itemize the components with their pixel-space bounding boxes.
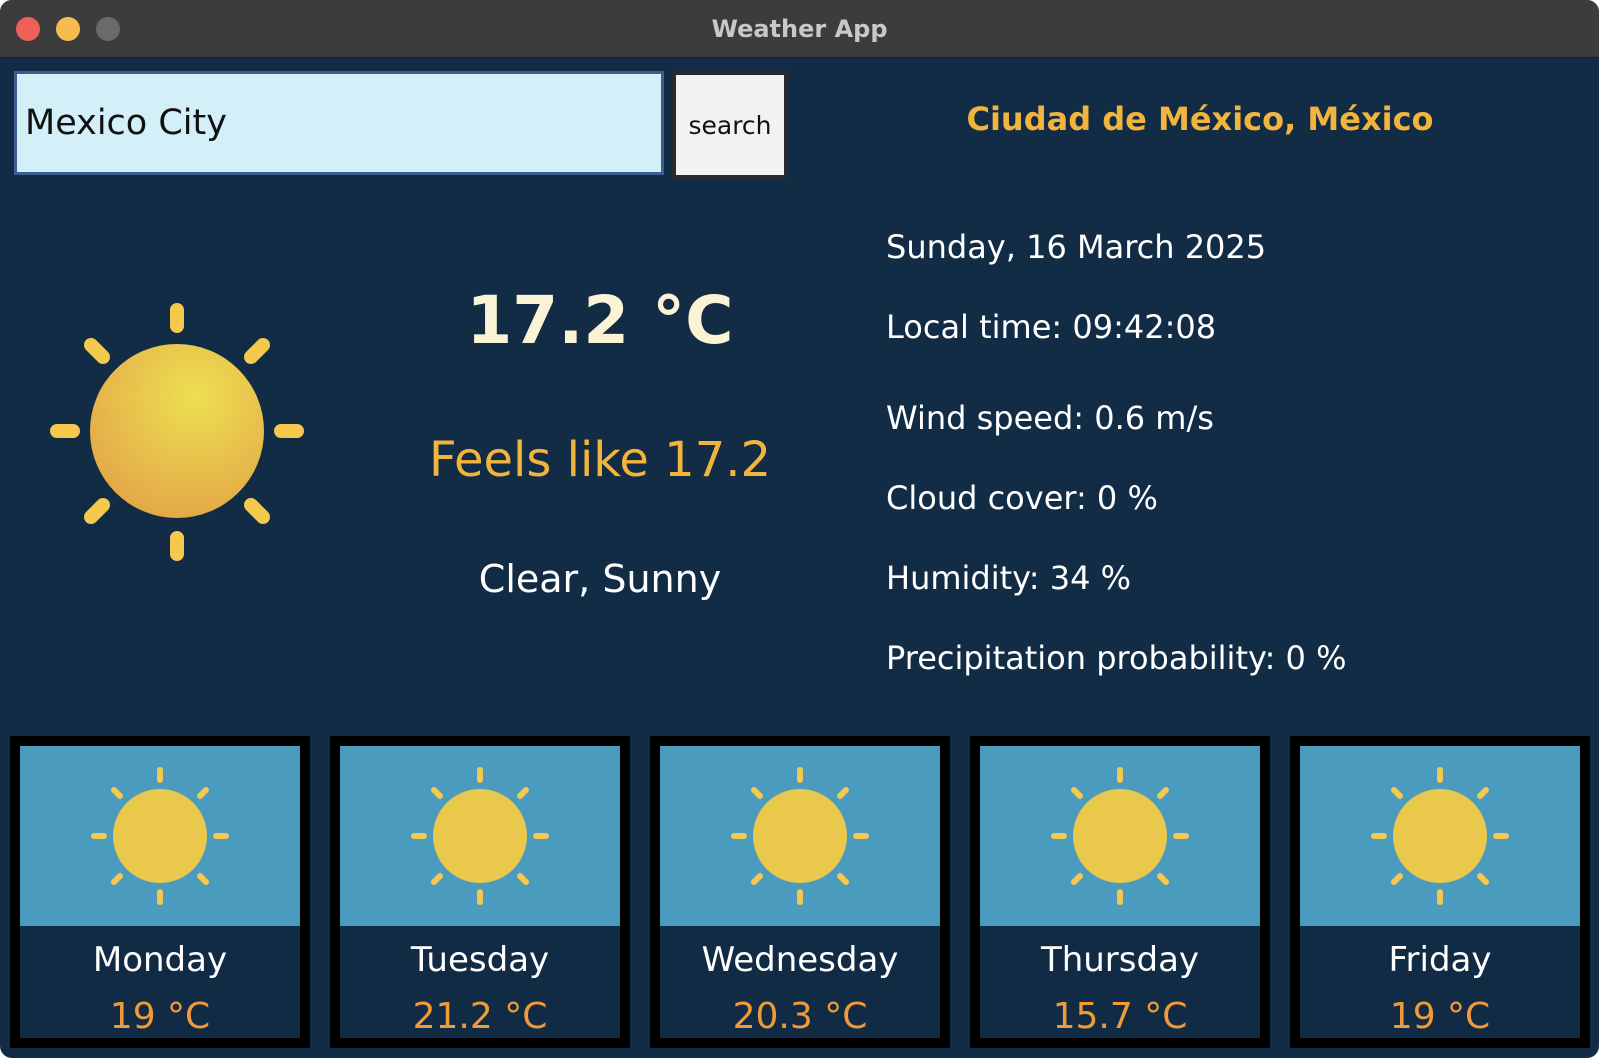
forecast-day-label: Monday [92, 940, 228, 980]
forecast-temperature: 19 °C [1389, 996, 1491, 1037]
weather-condition: Clear, Sunny [478, 557, 722, 601]
forecast-day-label: Tuesday [410, 940, 550, 980]
local-time: Local time: 09:42:08 [886, 308, 1217, 346]
forecast-day-label: Friday [1388, 940, 1492, 980]
weather-app-window: Weather App search Ciudad de México, Méx… [0, 0, 1599, 1058]
humidity: Humidity: 34 % [886, 559, 1132, 597]
current-temperature: 17.2 °C [466, 282, 734, 359]
forecast-card-wednesday: Wednesday 20.3 °C [650, 736, 950, 1048]
sun-icon [411, 767, 549, 905]
sun-icon [1051, 767, 1189, 905]
wind-speed: Wind speed: 0.6 m/s [886, 399, 1214, 437]
sun-icon [91, 767, 229, 905]
sun-icon [1371, 767, 1509, 905]
forecast-card-friday: Friday 19 °C [1290, 736, 1590, 1048]
forecast-card-thursday: Thursday 15.7 °C [970, 736, 1270, 1048]
sun-icon [50, 303, 304, 561]
location-name: Ciudad de México, México [966, 100, 1434, 138]
current-date: Sunday, 16 March 2025 [886, 228, 1267, 266]
forecast-day-label: Thursday [1040, 940, 1200, 980]
forecast-card-monday: Monday 19 °C [10, 736, 310, 1048]
precipitation-probability: Precipitation probability: 0 % [886, 639, 1347, 677]
forecast-temperature: 21.2 °C [412, 996, 548, 1037]
sun-icon [731, 767, 869, 905]
cloud-cover: Cloud cover: 0 % [886, 479, 1158, 517]
feels-like-temperature: Feels like 17.2 [428, 432, 772, 488]
forecast-day-label: Wednesday [701, 940, 899, 980]
search-button[interactable]: search [672, 71, 788, 179]
window-title: Weather App [711, 15, 888, 43]
city-search-input[interactable] [14, 71, 664, 175]
title-bar: Weather App [0, 0, 1599, 58]
forecast-card-tuesday: Tuesday 21.2 °C [330, 736, 630, 1048]
forecast-temperature: 20.3 °C [732, 996, 868, 1037]
forecast-temperature: 15.7 °C [1052, 996, 1188, 1037]
forecast-temperature: 19 °C [109, 996, 211, 1037]
